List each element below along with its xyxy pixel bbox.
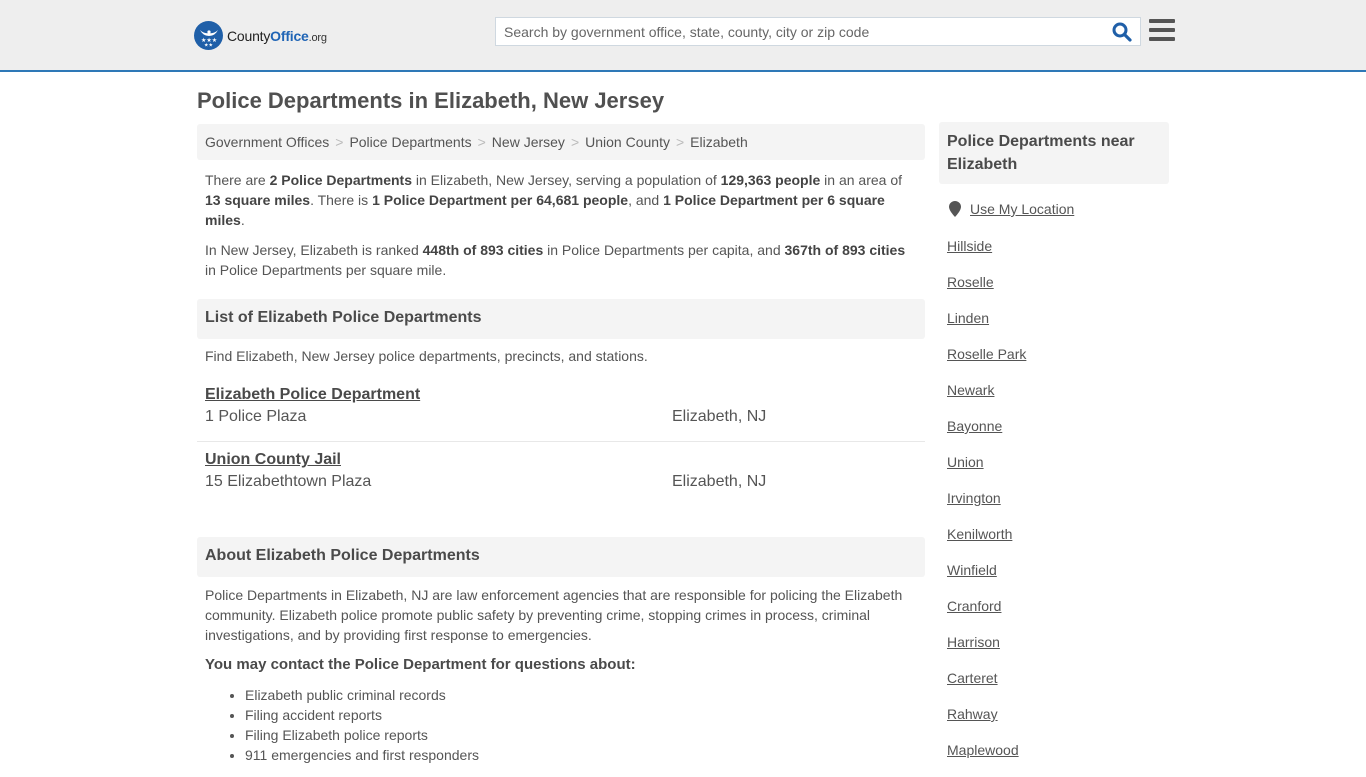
breadcrumb-new-jersey[interactable]: New Jersey (492, 134, 565, 150)
breadcrumb-separator: > (335, 134, 344, 150)
breadcrumb-government-offices[interactable]: Government Offices (205, 134, 329, 150)
sidebar-heading: Police Departments near Elizabeth (939, 122, 1169, 184)
nearby-city-link[interactable]: Roselle Park (947, 345, 1026, 381)
department-item: Elizabeth Police Department 1 Police Pla… (197, 386, 925, 426)
breadcrumb-separator: > (675, 134, 685, 150)
search-button[interactable] (1112, 22, 1134, 42)
search-box (495, 17, 1141, 46)
department-item: Union County Jail 15 Elizabethtown Plaza… (197, 451, 925, 491)
use-my-location-link[interactable]: Use My Location (970, 201, 1074, 217)
intro-summary: There are 2 Police Departments in Elizab… (205, 170, 917, 290)
contact-topic-item: Filing Elizabeth police reports (245, 725, 479, 745)
nearby-cities-list: Hillside Roselle Linden Roselle Park New… (947, 237, 1026, 777)
nearby-city-link[interactable]: Kenilworth (947, 525, 1026, 561)
eagle-stars-logo-icon: ★★★ ★★ (194, 21, 223, 50)
logo-text: CountyOffice.org (227, 27, 327, 44)
nearby-city-link[interactable]: Roselle (947, 273, 1026, 309)
breadcrumb-union-county[interactable]: Union County (585, 134, 670, 150)
nearby-city-link[interactable]: Union (947, 453, 1026, 489)
search-input[interactable] (496, 18, 1096, 45)
nearby-city-link[interactable]: Winfield (947, 561, 1026, 597)
map-marker-icon (949, 201, 961, 217)
nearby-city-link[interactable]: Cranford (947, 597, 1026, 633)
breadcrumb-separator: > (570, 134, 580, 150)
about-section-body: Police Departments in Elizabeth, NJ are … (205, 587, 903, 643)
nearby-city-link[interactable]: Newark (947, 381, 1026, 417)
nearby-city-link[interactable]: Hillside (947, 237, 1026, 273)
department-address: 15 Elizabethtown Plaza (205, 473, 372, 490)
hamburger-menu-icon (1149, 19, 1175, 23)
breadcrumb: Government Offices > Police Departments > Ne… (197, 124, 925, 160)
department-name-link[interactable]: Elizabeth Police Department (205, 386, 420, 404)
nearby-city-link[interactable]: Maplewood (947, 741, 1026, 777)
department-city: Elizabeth, NJ (672, 408, 767, 425)
nearby-city-link[interactable]: Carteret (947, 669, 1026, 705)
contact-heading: You may contact the Police Department fo… (205, 656, 636, 673)
list-section-heading: List of Elizabeth Police Departments (197, 299, 925, 339)
department-city: Elizabeth, NJ (672, 473, 767, 490)
breadcrumb-police-departments[interactable]: Police Departments (349, 134, 471, 150)
nearby-city-link[interactable]: Rahway (947, 705, 1026, 741)
department-address: 1 Police Plaza (205, 408, 307, 425)
nearby-city-link[interactable]: Linden (947, 309, 1026, 345)
nearby-city-link[interactable]: Bayonne (947, 417, 1026, 453)
intro-paragraph-rank: In New Jersey, Elizabeth is ranked 448th… (205, 242, 906, 278)
breadcrumb-elizabeth[interactable]: Elizabeth (690, 134, 748, 150)
page-title: Police Departments in Elizabeth, New Jer… (197, 88, 665, 113)
use-my-location: Use My Location (949, 201, 1074, 217)
department-name-link[interactable]: Union County Jail (205, 451, 341, 469)
hamburger-menu-button[interactable] (1149, 19, 1175, 43)
nearby-city-link[interactable]: Irvington (947, 489, 1026, 525)
divider (197, 441, 925, 442)
about-section-heading: About Elizabeth Police Departments (197, 537, 925, 577)
breadcrumb-separator: > (477, 134, 486, 150)
svg-text:★★: ★★ (204, 42, 213, 47)
nearby-city-link[interactable]: Harrison (947, 633, 1026, 669)
intro-paragraph-stats: There are 2 Police Departments in Elizab… (205, 172, 903, 228)
search-icon (1112, 22, 1132, 42)
contact-topic-item: Elizabeth public criminal records (245, 685, 479, 705)
contact-topic-item: 911 emergencies and first responders (245, 745, 479, 765)
site-header: ★★★ ★★ CountyOffice.org (0, 0, 1366, 72)
contact-topic-item: Filing accident reports (245, 705, 479, 725)
list-section-description: Find Elizabeth, New Jersey police depart… (205, 348, 648, 364)
site-logo[interactable]: ★★★ ★★ CountyOffice.org (194, 21, 327, 50)
contact-topics-list: Elizabeth public criminal records Filing… (245, 685, 479, 765)
